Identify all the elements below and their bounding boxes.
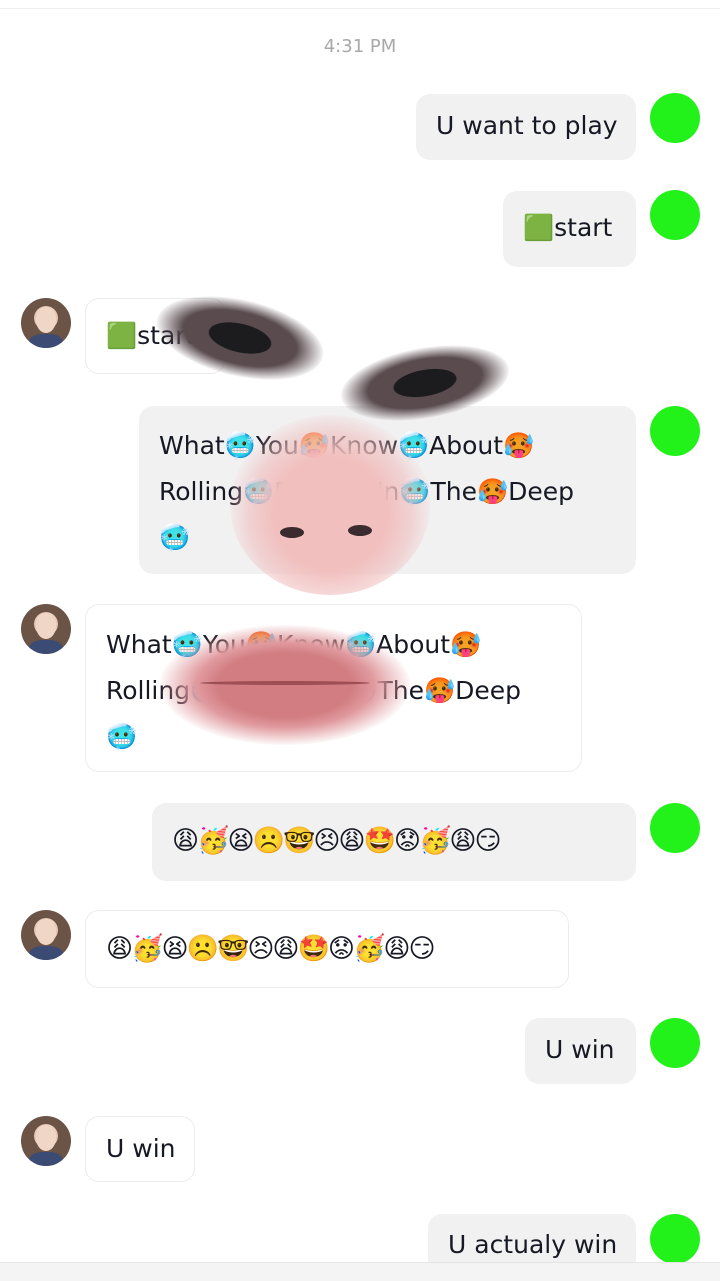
- message-bubble-received[interactable]: What🥶You🥵Know🥶About🥵 Rolling🥶Down🥵In🥶The…: [85, 604, 582, 772]
- message-bubble-received[interactable]: U win: [85, 1116, 195, 1182]
- user-avatar[interactable]: [21, 910, 71, 960]
- self-avatar[interactable]: [650, 1018, 700, 1068]
- user-avatar[interactable]: [21, 604, 71, 654]
- message-line: 🥶: [159, 523, 191, 552]
- self-avatar[interactable]: [650, 406, 700, 456]
- message-input-bar[interactable]: [0, 1262, 720, 1281]
- user-avatar[interactable]: [21, 298, 71, 348]
- message-text: 🟩start: [523, 213, 613, 242]
- message-bubble-sent[interactable]: 😩🥳😫☹️🤓😣😩🤩😟🥳😩😏: [152, 803, 636, 881]
- message-text: 😩🥳😫☹️🤓😣😩🤩😟🥳😩😏: [106, 934, 436, 964]
- self-avatar[interactable]: [650, 190, 700, 240]
- message-bubble-sent[interactable]: U want to play: [416, 94, 636, 160]
- self-avatar[interactable]: [650, 803, 700, 853]
- self-avatar[interactable]: [650, 1214, 700, 1264]
- message-line: Rolling🥶Down🥵In🥶The🥵Deep: [159, 477, 575, 506]
- message-line: 🥶: [106, 722, 138, 751]
- message-text: U win: [106, 1134, 176, 1163]
- message-line: Rolling🥶Down🥵In🥶The🥵Deep: [106, 676, 522, 705]
- message-text: U want to play: [436, 111, 618, 140]
- message-line: What🥶You🥵Know🥶About🥵: [106, 630, 482, 659]
- self-avatar[interactable]: [650, 93, 700, 143]
- message-text: U actualy win: [448, 1230, 618, 1259]
- message-text: 😩🥳😫☹️🤓😣😩🤩😟🥳😩😏: [172, 826, 502, 856]
- user-avatar[interactable]: [21, 1116, 71, 1166]
- message-bubble-sent[interactable]: What🥶You🥵Know🥶About🥵 Rolling🥶Down🥵In🥶The…: [139, 406, 636, 574]
- message-text: 🟩start: [106, 321, 196, 350]
- message-bubble-received[interactable]: 🟩start: [85, 298, 225, 374]
- top-divider: [0, 8, 720, 9]
- message-bubble-received[interactable]: 😩🥳😫☹️🤓😣😩🤩😟🥳😩😏: [85, 910, 569, 988]
- message-bubble-sent[interactable]: U win: [525, 1018, 636, 1084]
- message-text: U win: [545, 1035, 615, 1064]
- message-bubble-sent[interactable]: 🟩start: [503, 191, 636, 267]
- timestamp: 4:31 PM: [323, 36, 397, 57]
- message-line: What🥶You🥵Know🥶About🥵: [159, 431, 535, 460]
